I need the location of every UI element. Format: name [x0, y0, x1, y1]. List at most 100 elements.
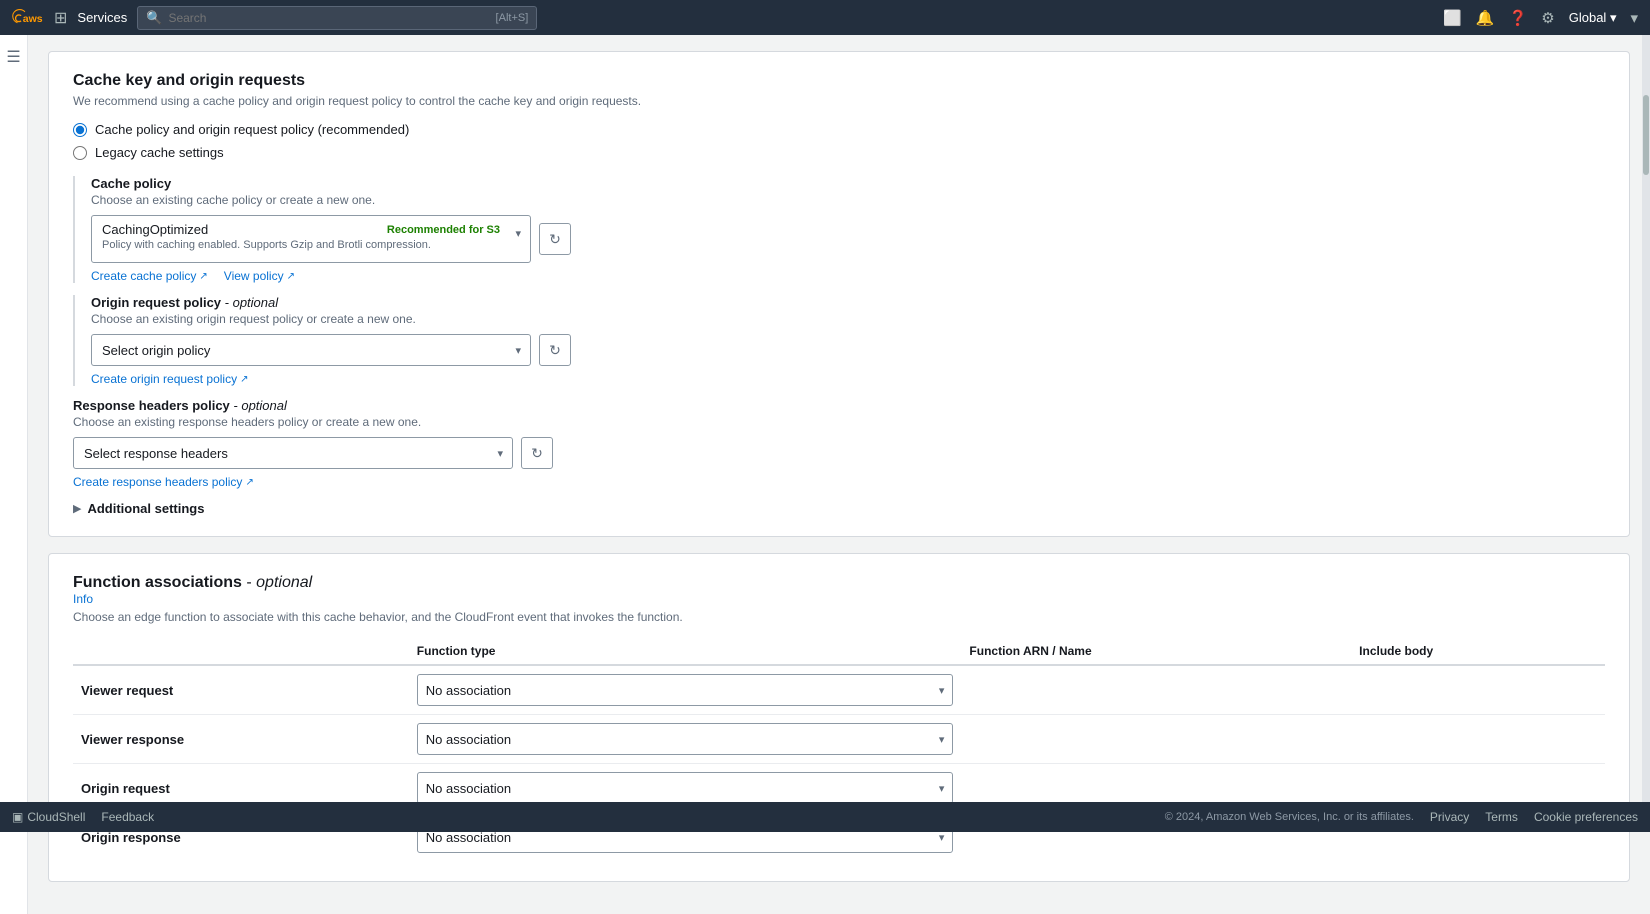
copyright: © 2024, Amazon Web Services, Inc. or its…: [1165, 811, 1414, 823]
settings-icon[interactable]: ⚙: [1541, 9, 1554, 27]
bottom-bar: ▣ CloudShell Feedback © 2024, Amazon Web…: [0, 802, 1650, 832]
function-title-separator: -: [246, 574, 256, 591]
col-include-body: Include body: [1351, 638, 1605, 665]
function-title-optional: optional: [256, 574, 312, 591]
cloudshell-label: CloudShell: [27, 810, 85, 824]
func-type-select-2[interactable]: No association ▾: [417, 772, 954, 804]
response-headers-subsection: Response headers policy - optional Choos…: [73, 398, 1605, 489]
radio-legacy[interactable]: Legacy cache settings: [73, 145, 1605, 160]
terminal-icon[interactable]: ⬜: [1443, 9, 1462, 27]
response-headers-title: Response headers policy - optional: [73, 398, 1605, 413]
cookie-link[interactable]: Cookie preferences: [1534, 810, 1638, 824]
search-shortcut: [Alt+S]: [496, 12, 529, 24]
response-headers-desc: Choose an existing response headers poli…: [73, 415, 1605, 429]
search-bar[interactable]: 🔍 [Alt+S]: [137, 6, 537, 30]
func-row-label-0: Viewer request: [73, 665, 409, 715]
response-headers-refresh[interactable]: ↻: [521, 437, 553, 469]
additional-settings-label: Additional settings: [87, 501, 204, 516]
grid-icon[interactable]: ⊞: [54, 8, 67, 28]
func-body-cell-1: [1351, 715, 1605, 764]
cache-section-title: Cache key and origin requests: [73, 72, 1605, 90]
origin-policy-select-wrapper[interactable]: Select origin policy ▾: [91, 334, 531, 366]
support-icon[interactable]: ▾: [1630, 9, 1638, 27]
region-selector[interactable]: Global ▾: [1569, 10, 1617, 26]
create-origin-policy-link[interactable]: Create origin request policy ↗: [91, 372, 248, 386]
cache-policy-desc: Choose an existing cache policy or creat…: [91, 193, 1605, 207]
function-section: Function associations - optional Info Ch…: [48, 553, 1630, 882]
external-link-icon-2: ↗: [287, 271, 295, 282]
feedback-label: Feedback: [101, 810, 154, 824]
services-nav[interactable]: Services: [77, 10, 127, 25]
cache-section: Cache key and origin requests We recomme…: [48, 51, 1630, 537]
cache-section-desc: We recommend using a cache policy and or…: [73, 94, 1605, 108]
create-cache-policy-link[interactable]: Create cache policy ↗: [91, 269, 208, 283]
bell-icon[interactable]: 🔔: [1476, 9, 1495, 27]
function-section-desc: Choose an edge function to associate wit…: [73, 610, 1605, 624]
cache-policy-subsection: Cache policy Choose an existing cache po…: [73, 176, 1605, 283]
table-row: Viewer request No association ▾: [73, 665, 1605, 715]
response-headers-select[interactable]: Select response headers: [73, 437, 513, 469]
cache-policy-select-wrapper[interactable]: CachingOptimized Recommended for S3 Poli…: [91, 215, 531, 263]
function-info-link[interactable]: Info: [73, 592, 1605, 606]
origin-policy-desc: Choose an existing origin request policy…: [91, 312, 1605, 326]
aws-logo[interactable]: aws: [12, 8, 44, 28]
col-empty: [73, 638, 409, 665]
response-headers-links: Create response headers policy ↗: [73, 475, 1605, 489]
origin-policy-row: Select origin policy ▾ ↻: [91, 334, 1605, 366]
feedback-button[interactable]: Feedback: [101, 810, 154, 824]
origin-policy-links: Create origin request policy ↗: [91, 372, 1605, 386]
response-headers-optional: - optional: [233, 398, 286, 413]
chevron-right-icon: ▶: [73, 502, 81, 515]
func-type-cell-0[interactable]: No association ▾: [409, 665, 962, 715]
external-link-icon-4: ↗: [245, 477, 253, 488]
scrollbar-thumb[interactable]: [1643, 95, 1649, 175]
func-arn-cell-0: [961, 665, 1351, 715]
nav-right: ⬜ 🔔 ❓ ⚙ Global ▾ ▾: [1443, 9, 1638, 27]
external-link-icon-1: ↗: [199, 271, 207, 282]
origin-policy-optional: - optional: [225, 295, 278, 310]
sidebar-toggle[interactable]: ☰: [0, 35, 28, 914]
cache-policy-select[interactable]: CachingOptimized Recommended for S3 Poli…: [91, 215, 531, 263]
bottom-right: © 2024, Amazon Web Services, Inc. or its…: [1165, 810, 1638, 824]
help-icon[interactable]: ❓: [1509, 9, 1528, 27]
view-policy-link[interactable]: View policy ↗: [224, 269, 295, 283]
external-link-icon-3: ↗: [240, 374, 248, 385]
origin-policy-select[interactable]: Select origin policy: [91, 334, 531, 366]
cache-policy-value: CachingOptimized: [102, 222, 208, 237]
radio-legacy-label: Legacy cache settings: [95, 145, 224, 160]
response-headers-select-wrapper[interactable]: Select response headers ▾: [73, 437, 513, 469]
func-row-label-1: Viewer response: [73, 715, 409, 764]
svg-text:aws: aws: [23, 13, 43, 25]
col-function-type: Function type: [409, 638, 962, 665]
radio-recommended-label: Cache policy and origin request policy (…: [95, 122, 409, 137]
additional-settings-toggle[interactable]: ▶ Additional settings: [73, 501, 1605, 516]
func-select-arrow-2: ▾: [939, 782, 945, 795]
terms-link[interactable]: Terms: [1485, 810, 1518, 824]
func-body-cell-0: [1351, 665, 1605, 715]
origin-policy-subsection: Origin request policy - optional Choose …: [73, 295, 1605, 386]
main-content: Cache key and origin requests We recomme…: [28, 35, 1650, 914]
privacy-link[interactable]: Privacy: [1430, 810, 1469, 824]
cache-policy-refresh[interactable]: ↻: [539, 223, 571, 255]
col-arn-name: Function ARN / Name: [961, 638, 1351, 665]
func-type-cell-1[interactable]: No association ▾: [409, 715, 962, 764]
origin-policy-refresh[interactable]: ↻: [539, 334, 571, 366]
radio-recommended[interactable]: Cache policy and origin request policy (…: [73, 122, 1605, 137]
response-headers-row: Select response headers ▾ ↻: [73, 437, 1605, 469]
cache-policy-badge: Recommended for S3: [387, 224, 500, 236]
cache-radio-group: Cache policy and origin request policy (…: [73, 122, 1605, 160]
radio-recommended-input[interactable]: [73, 123, 87, 137]
search-input[interactable]: [168, 11, 489, 25]
radio-legacy-input[interactable]: [73, 146, 87, 160]
function-section-title: Function associations - optional Info: [73, 574, 1605, 606]
cloudshell-button[interactable]: ▣ CloudShell: [12, 810, 85, 824]
create-response-headers-link[interactable]: Create response headers policy ↗: [73, 475, 254, 489]
func-arn-cell-1: [961, 715, 1351, 764]
func-select-arrow-1: ▾: [939, 733, 945, 746]
cache-policy-row: CachingOptimized Recommended for S3 Poli…: [91, 215, 1605, 263]
func-type-select-0[interactable]: No association ▾: [417, 674, 954, 706]
scrollbar[interactable]: [1642, 35, 1650, 802]
info-link[interactable]: Info: [73, 592, 1605, 606]
func-type-select-1[interactable]: No association ▾: [417, 723, 954, 755]
cache-policy-links: Create cache policy ↗ View policy ↗: [91, 269, 1605, 283]
